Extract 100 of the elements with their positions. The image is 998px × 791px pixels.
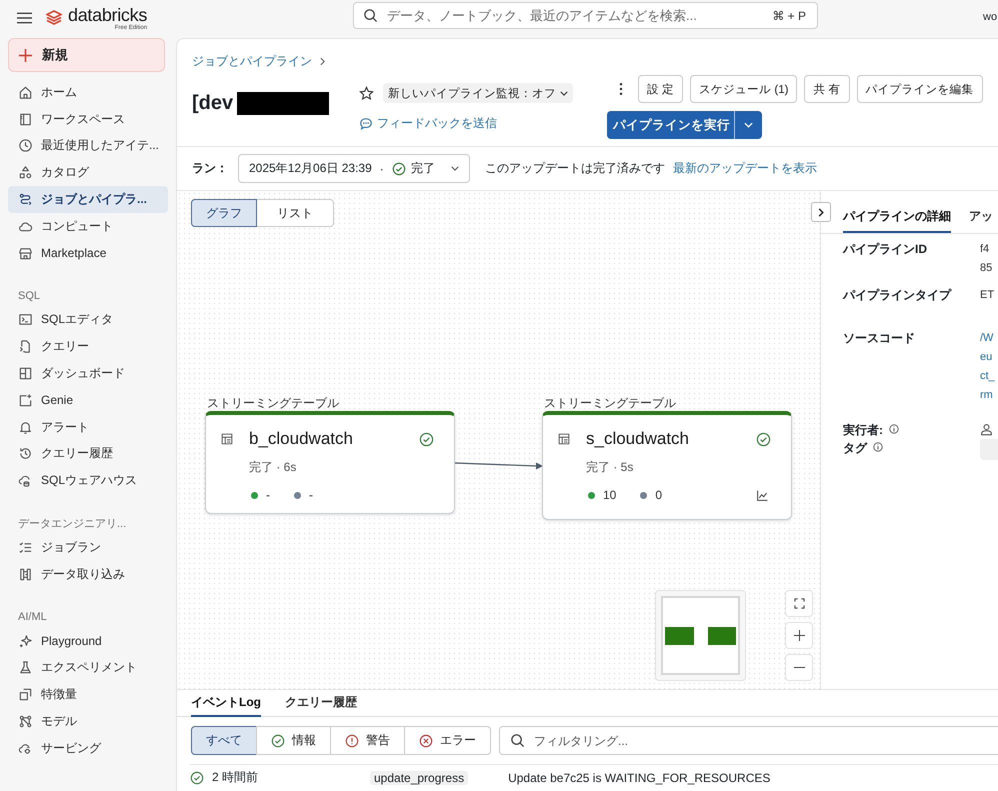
source-code-link[interactable]: eu bbox=[980, 348, 995, 367]
table-icon bbox=[220, 432, 234, 446]
check-circle-icon bbox=[419, 432, 434, 446]
minimap-node bbox=[708, 626, 736, 644]
sidebar-item[interactable]: モデル bbox=[8, 708, 168, 735]
caret-icon bbox=[451, 166, 459, 171]
search-icon bbox=[363, 8, 378, 23]
feedback-link[interactable]: フィードバックを送信 bbox=[359, 115, 497, 132]
zoom-in-button[interactable] bbox=[785, 622, 813, 649]
brand-name: databricks bbox=[68, 6, 148, 24]
sidebar-item[interactable]: ジョブラン bbox=[8, 534, 168, 561]
sidebar-item[interactable]: コンピュート bbox=[8, 212, 168, 240]
view-toggle[interactable]: グラフ bbox=[191, 199, 257, 227]
run-select[interactable]: 2025年12月06日 23:39 · 完了 bbox=[238, 154, 470, 183]
metric-value: - bbox=[309, 488, 313, 502]
filter-button[interactable]: すべて bbox=[191, 726, 257, 755]
sidebar-item[interactable]: Genie bbox=[8, 386, 168, 414]
section-heading: データエンジニアリ... bbox=[17, 516, 128, 532]
sidebar-item[interactable]: Marketplace bbox=[8, 240, 168, 267]
sidebar-item[interactable]: SQLエディタ bbox=[8, 306, 168, 334]
sidebar-item[interactable]: サービング bbox=[8, 734, 168, 762]
user-name[interactable]: wo bbox=[983, 11, 998, 23]
sidebar-item[interactable]: 最近使用したアイテ... bbox=[8, 132, 168, 160]
run-options-button[interactable] bbox=[734, 111, 762, 139]
section-heading: SQL bbox=[17, 288, 42, 304]
metric-value: 10 bbox=[603, 488, 616, 502]
pipeline-title: [dev bbox=[192, 91, 234, 115]
sidebar-item[interactable]: 特徴量 bbox=[8, 681, 168, 708]
event-message: Update be7c25 is WAITING_FOR_RESOURCES bbox=[508, 770, 770, 784]
view-toggle[interactable]: リスト bbox=[257, 199, 334, 227]
sidebar-item[interactable]: ダッシュボード bbox=[8, 360, 168, 387]
run-message: このアップデートは完了済みです bbox=[485, 160, 665, 177]
metric-value: 0 bbox=[655, 488, 662, 502]
check-circle-icon bbox=[756, 432, 771, 446]
source-code-link[interactable]: ct_ bbox=[980, 367, 995, 386]
node-type-label: ストリーミングテーブル bbox=[206, 395, 340, 411]
sidebar-item[interactable]: SQLウェアハウス bbox=[8, 467, 168, 494]
sparkle-icon bbox=[18, 634, 33, 649]
sidebar-item[interactable]: データ取り込み bbox=[8, 560, 168, 588]
line-chart-icon[interactable] bbox=[756, 488, 769, 502]
log-tab[interactable]: イベントLog bbox=[191, 690, 261, 717]
home-icon bbox=[18, 84, 33, 100]
sidebar-item[interactable]: クエリー履歴 bbox=[8, 440, 168, 468]
event-time: 2 時間前 bbox=[212, 769, 260, 786]
check-circle-icon bbox=[190, 770, 204, 784]
toolbar-button[interactable]: パイプラインを編集 bbox=[856, 75, 983, 103]
chevron-icon bbox=[320, 56, 325, 66]
filter-button[interactable]: 警告 bbox=[330, 726, 405, 755]
latest-update-link[interactable]: 最新のアップデートを表示 bbox=[673, 160, 817, 177]
menu-icon[interactable] bbox=[17, 12, 32, 24]
file-icon bbox=[18, 339, 33, 354]
history-icon bbox=[18, 446, 33, 462]
new-button[interactable]: 新規 bbox=[8, 38, 165, 72]
sidebar-item[interactable]: ホーム bbox=[8, 79, 168, 106]
source-code-link[interactable]: rm bbox=[980, 386, 995, 405]
toolbar-button[interactable]: スケジュール (1) bbox=[690, 75, 798, 103]
toolbar-button[interactable]: 設 定 bbox=[638, 75, 684, 103]
chevron-icon bbox=[818, 208, 824, 216]
filter-button[interactable]: 情報 bbox=[256, 726, 331, 755]
detail-value: f4 bbox=[980, 242, 990, 257]
terminal-icon bbox=[18, 312, 33, 328]
shortcut-hint: ⌘ + P bbox=[772, 9, 806, 23]
table-icon bbox=[557, 432, 571, 446]
detail-value: 85 bbox=[980, 261, 992, 276]
sidebar-item[interactable]: クエリー bbox=[8, 333, 168, 360]
speech-bubble-icon bbox=[359, 116, 373, 130]
filter-field[interactable]: フィルタリング... bbox=[499, 726, 998, 755]
nodes-icon bbox=[18, 714, 33, 730]
run-pipeline-button[interactable]: パイプラインを実行 bbox=[607, 111, 734, 139]
sidebar-item[interactable]: アラート bbox=[8, 414, 168, 441]
sidebar-item[interactable]: エクスペリメント bbox=[8, 654, 168, 682]
logo-icon bbox=[46, 10, 62, 26]
source-code-link[interactable]: /W bbox=[980, 329, 995, 348]
node-status: 完了 · 6s bbox=[249, 459, 298, 476]
details-tab[interactable]: パイプラインの詳細 bbox=[843, 201, 951, 233]
star-icon[interactable] bbox=[359, 86, 374, 100]
detail-label: ソースコード bbox=[843, 330, 915, 347]
filter-button[interactable]: エラー bbox=[404, 726, 491, 755]
detail-label: タグ bbox=[843, 440, 867, 457]
caret-icon bbox=[744, 122, 753, 128]
sidebar-item[interactable]: カタログ bbox=[8, 159, 168, 186]
breadcrumb-link[interactable]: ジョブとパイプライン bbox=[192, 52, 312, 70]
table-node[interactable]: b_cloudwatch 完了 · 6s - - bbox=[205, 411, 455, 514]
metric-value: - bbox=[266, 488, 270, 502]
sidebar-item[interactable]: ワークスペース bbox=[8, 106, 168, 133]
plus-icon bbox=[794, 630, 804, 641]
stack-icon bbox=[18, 687, 33, 702]
kebab-menu-icon[interactable] bbox=[619, 82, 623, 96]
toolbar-button[interactable]: 共 有 bbox=[804, 75, 850, 103]
fit-view-button[interactable] bbox=[785, 590, 813, 617]
grid-icon bbox=[18, 366, 33, 382]
sidebar-item[interactable]: Playground bbox=[8, 628, 168, 655]
minimap[interactable] bbox=[655, 590, 746, 681]
details-tab[interactable]: アッ bbox=[969, 201, 993, 233]
log-tab[interactable]: クエリー履歴 bbox=[285, 690, 357, 717]
sidebar-item[interactable]: ジョブとパイプラ... bbox=[8, 186, 168, 213]
flow-icon bbox=[18, 192, 33, 208]
monitor-toggle[interactable]: 新しいパイプライン監視：オフ bbox=[383, 83, 573, 103]
table-node[interactable]: s_cloudwatch 完了 · 5s 10 0 bbox=[542, 411, 792, 520]
collapse-button[interactable] bbox=[811, 202, 831, 222]
